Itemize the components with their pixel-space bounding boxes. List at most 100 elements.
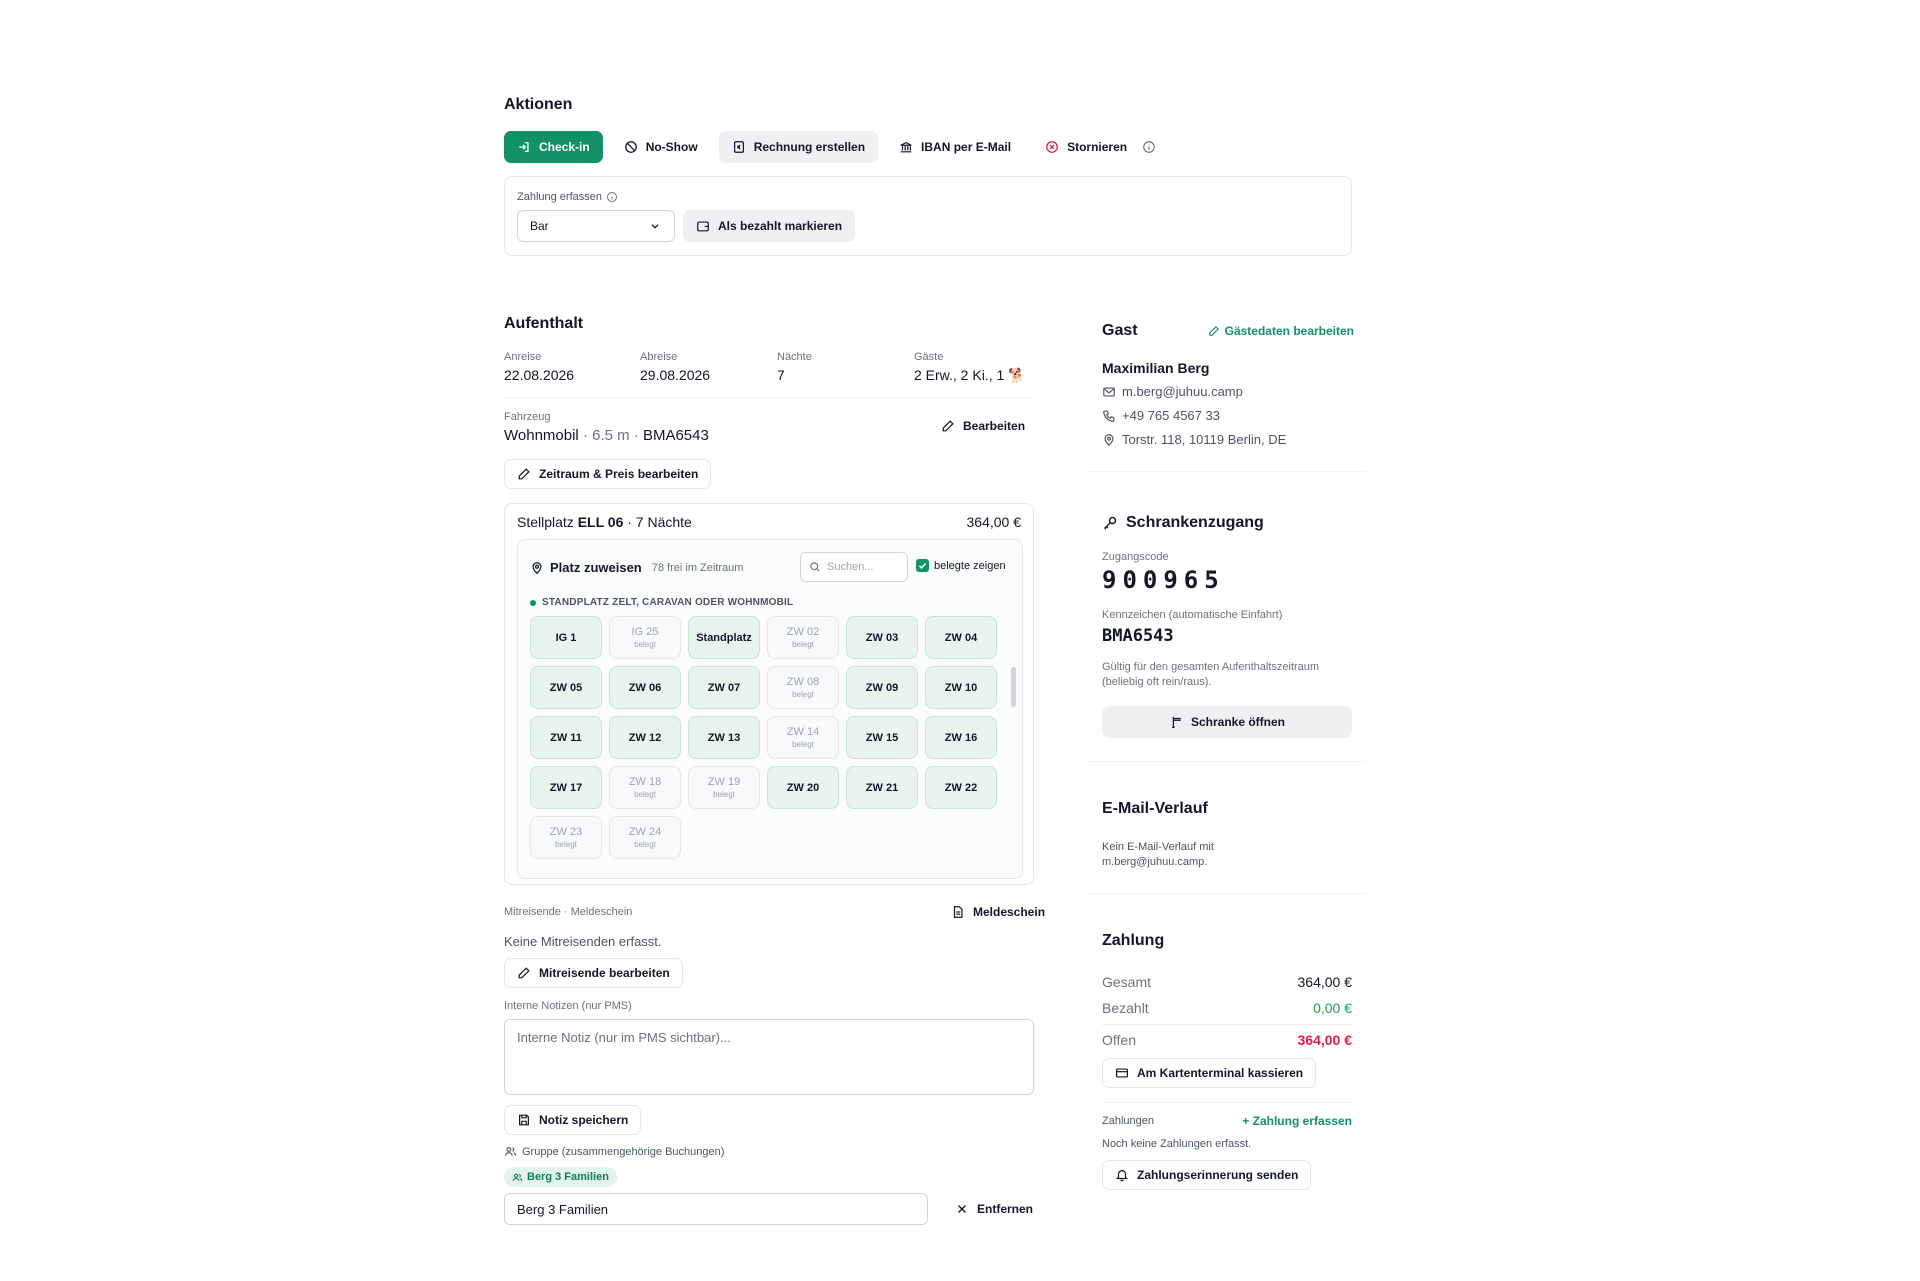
invoice-button[interactable]: Rechnung erstellen [718, 131, 879, 163]
assign-pitch-header: Platz zuweisen 78 frei im Zeitraum [530, 560, 743, 575]
edit-period-button[interactable]: Zeitraum & Preis bearbeiten [504, 459, 712, 489]
notes-placeholder: Interne Notiz (nur im PMS sichtbar)... [517, 1030, 731, 1045]
pitch-cell-name: ZW 05 [549, 681, 583, 694]
divider [1102, 1024, 1352, 1025]
pitch-search-input[interactable]: Suchen... [800, 552, 908, 582]
guest-name: Maximilian Berg [1102, 360, 1210, 376]
payment-reminder-button[interactable]: Zahlungserinnerung senden [1102, 1160, 1312, 1190]
actions-title: Aktionen [504, 96, 573, 113]
add-payment-link[interactable]: + Zahlung erfassen [1242, 1114, 1352, 1128]
pitch-cell[interactable]: ZW 12 [609, 716, 681, 759]
pitch-cell: ZW 23 belegt [530, 816, 602, 859]
bell-icon [1115, 1168, 1129, 1182]
barrier-header: Schrankenzugang [1102, 514, 1264, 532]
edit-guest-link[interactable]: Gästedaten bearbeiten [1208, 324, 1354, 338]
group-header: Gruppe (zusammengehörige Buchungen) [504, 1145, 724, 1158]
pitch-cell[interactable]: Standplatz [688, 616, 760, 659]
payments-label: Zahlungen [1102, 1115, 1154, 1127]
scrollbar[interactable] [1011, 667, 1016, 707]
pitch-cell[interactable]: ZW 03 [846, 616, 918, 659]
pitch-cell-name: ZW 06 [628, 681, 662, 694]
open-label: Offen [1102, 1032, 1136, 1048]
pencil-icon [1208, 325, 1220, 337]
stay-title: Aufenthalt [504, 315, 584, 332]
save-note-button[interactable]: Notiz speichern [504, 1105, 642, 1135]
pitch-cell[interactable]: ZW 15 [846, 716, 918, 759]
edit-companions-button[interactable]: Mitreisende bearbeiten [504, 958, 683, 988]
pitch-cell[interactable]: ZW 13 [688, 716, 760, 759]
pitch-cell[interactable]: ZW 04 [925, 616, 997, 659]
divider [1102, 1102, 1352, 1103]
pitch-cell: ZW 18 belegt [609, 766, 681, 809]
pencil-icon [517, 467, 531, 481]
close-icon [955, 1202, 969, 1216]
mark-paid-button[interactable]: Als bezahlt markieren [683, 210, 856, 242]
payment-method-select[interactable]: Bar [517, 210, 675, 242]
guest-address-row: Torstr. 118, 10119 Berlin, DE [1102, 432, 1286, 447]
pitch-cell[interactable]: ZW 06 [609, 666, 681, 709]
info-icon[interactable] [606, 191, 618, 203]
open-barrier-button[interactable]: Schranke öffnen [1102, 706, 1352, 738]
pitch-cell-name: ZW 18 [628, 776, 662, 788]
pitch-cell[interactable]: ZW 05 [530, 666, 602, 709]
guest-address: Torstr. 118, 10119 Berlin, DE [1122, 432, 1287, 447]
group-name-input[interactable]: Berg 3 Familien [504, 1193, 928, 1225]
pitch-cell-taken: belegt [634, 790, 656, 799]
category-label: STANDPLATZ ZELT, CARAVAN ODER WOHNMOBIL [542, 597, 794, 608]
pitch-cell[interactable]: ZW 10 [925, 666, 997, 709]
stay-card: Aufenthalt Anreise 22.08.2026 Abreise 29… [490, 297, 1060, 1245]
guests-label: Gäste [914, 351, 944, 363]
pitch-cell[interactable]: IG 1 [530, 616, 602, 659]
card-terminal-button[interactable]: Am Kartenterminal kassieren [1102, 1058, 1317, 1088]
pitch-cell-taken: belegt [792, 740, 814, 749]
pitch-grid: IG 1 IG 25 belegt Standplatz ZW 02 belegt ZW 0… [530, 616, 997, 859]
internal-notes-textarea[interactable]: Interne Notiz (nur im PMS sichtbar)... [504, 1019, 1034, 1095]
pitch-cell[interactable]: ZW 17 [530, 766, 602, 809]
pitch-cell[interactable]: ZW 09 [846, 666, 918, 709]
paid-value: 0,00 € [1313, 1000, 1352, 1016]
key-icon [1102, 515, 1118, 531]
cancel-booking-button[interactable]: Stornieren [1032, 131, 1140, 163]
pitch-cell-name: IG 25 [631, 626, 659, 638]
guest-title: Gast [1102, 322, 1138, 339]
vehicle-label: Fahrzeug [504, 411, 551, 423]
registration-form-button[interactable]: Meldeschein [938, 896, 1058, 928]
mail-icon [1102, 385, 1116, 399]
pitch-cell[interactable]: ZW 11 [530, 716, 602, 759]
pitch-suffix: · 7 Nächte [623, 514, 692, 530]
credit-card-icon [1115, 1066, 1129, 1080]
divider [504, 397, 1034, 398]
x-circle-icon [1045, 140, 1059, 154]
users-icon [512, 1172, 523, 1183]
pitch-cell-name: ZW 20 [786, 781, 820, 794]
pitch-cell[interactable]: ZW 20 [767, 766, 839, 809]
arrival-label: Anreise [504, 351, 542, 363]
paid-label: Bezahlt [1102, 1000, 1149, 1016]
edit-vehicle-button[interactable]: Bearbeiten [928, 410, 1038, 442]
pitch-cell-name: ZW 12 [628, 731, 662, 744]
access-code: 900965 [1102, 566, 1225, 594]
arrival-value: 22.08.2026 [504, 367, 575, 383]
pitch-cell-name: ZW 13 [707, 731, 741, 744]
pitch-cell-name: ZW 17 [549, 781, 583, 794]
pitch-cell-taken: belegt [713, 790, 735, 799]
pitch-cell[interactable]: ZW 21 [846, 766, 918, 809]
noshow-button[interactable]: No-Show [611, 131, 711, 163]
payment-card: Zahlung Gesamt 364,00 € Bezahlt 0,00 € O… [1088, 914, 1366, 1226]
edit-vehicle-label: Bearbeiten [963, 419, 1026, 433]
pitch-cell[interactable]: ZW 16 [925, 716, 997, 759]
vehicle-field: Fahrzeug Wohnmobil · 6.5 m · BMA6543 [504, 411, 709, 444]
info-icon[interactable] [1142, 140, 1156, 154]
pitch-cell[interactable]: ZW 22 [925, 766, 997, 809]
pitch-cell-name: ZW 22 [944, 781, 978, 794]
barrier-title: Schrankenzugang [1126, 514, 1264, 531]
checkbox-checked[interactable] [916, 559, 929, 572]
remove-group-button[interactable]: Entfernen [942, 1193, 1046, 1225]
pitch-cell[interactable]: ZW 07 [688, 666, 760, 709]
payment-method-value: Bar [530, 219, 549, 233]
iban-email-button[interactable]: IBAN per E-Mail [886, 131, 1024, 163]
checkin-button[interactable]: Check-in [504, 131, 603, 163]
search-icon [809, 561, 821, 573]
show-taken-toggle[interactable]: belegte zeigen [916, 559, 1006, 572]
pitch-cell-name: ZW 21 [865, 781, 899, 794]
